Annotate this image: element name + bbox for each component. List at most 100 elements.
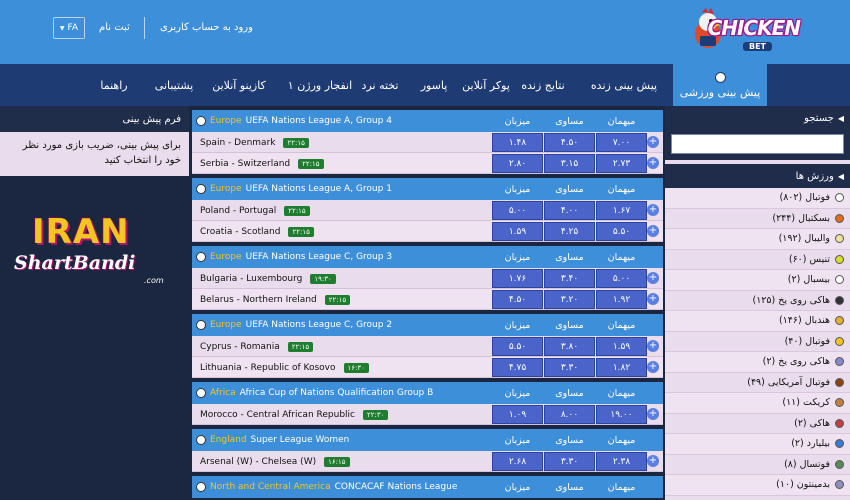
- odd-host-button[interactable]: ۵.۵۰: [492, 337, 543, 356]
- nav-help[interactable]: راهنما: [92, 64, 136, 106]
- odd-draw-button[interactable]: ۳.۳۰: [544, 452, 595, 471]
- more-odds-icon[interactable]: +: [647, 361, 659, 373]
- sport-label: هاکی روی یخ (۱۲۵): [752, 294, 830, 306]
- odd-guest-button[interactable]: ۵.۰۰: [596, 269, 647, 288]
- login-link[interactable]: ورود به حساب کاربری: [160, 22, 253, 33]
- odd-draw-button[interactable]: ۳.۱۵: [544, 154, 595, 173]
- more-odds-icon[interactable]: +: [647, 136, 659, 148]
- odd-guest-button[interactable]: ۵.۵۰: [596, 222, 647, 241]
- more-odds-icon[interactable]: +: [647, 204, 659, 216]
- odd-draw-button[interactable]: ۴.۵۰: [544, 133, 595, 152]
- league-title: England Super League Women: [196, 429, 349, 451]
- sport-item[interactable]: بیسبال (۲): [665, 270, 850, 291]
- match-row: Poland - Portugal ۲۲:۱۵ ۵.۰۰ ۴.۰۰ ۱.۶۷ +: [192, 200, 663, 221]
- sport-item[interactable]: هاکی (۲): [665, 414, 850, 434]
- odd-guest-button[interactable]: ۱.۶۷: [596, 201, 647, 220]
- sport-item[interactable]: فوتبال آمریکایی (۴۹): [665, 373, 850, 393]
- league-region: England: [210, 435, 247, 445]
- sport-item[interactable]: هندبال (۱۴۶): [665, 311, 850, 332]
- odd-draw-button[interactable]: ۳.۲۰: [544, 290, 595, 309]
- column-draw: مساوی: [555, 387, 584, 399]
- odd-host-button[interactable]: ۴.۷۵: [492, 358, 543, 377]
- column-host: میزبان: [504, 183, 531, 195]
- odd-host-button[interactable]: ۲.۸۰: [492, 154, 543, 173]
- more-odds-icon[interactable]: +: [647, 408, 659, 420]
- more-odds-icon[interactable]: +: [647, 225, 659, 237]
- league-block: England Super League Women میزبان مساوی میه…: [192, 429, 663, 472]
- chickenbet-logo[interactable]: CHICKEN BET: [690, 6, 801, 56]
- nav-backgammon[interactable]: تخته نرد: [355, 64, 405, 106]
- nav-live-betting[interactable]: پیش بینی زنده: [578, 64, 670, 106]
- column-draw: مساوی: [555, 481, 584, 493]
- odd-draw-button[interactable]: ۸.۰۰: [544, 405, 595, 424]
- sport-item[interactable]: فوتسال (۸): [665, 455, 850, 475]
- nav-online-poker[interactable]: پوکر آنلاین: [456, 64, 516, 106]
- odd-guest-button[interactable]: ۲.۷۳: [596, 154, 647, 173]
- sport-item[interactable]: کریکت (۱۱): [665, 393, 850, 414]
- sport-item[interactable]: تنیس (۶۰): [665, 250, 850, 270]
- sport-item[interactable]: هاکی روی یخ (۱۲۵): [665, 291, 850, 311]
- more-odds-icon[interactable]: +: [647, 272, 659, 284]
- sport-item[interactable]: فوتبال (۸۰۲): [665, 188, 850, 209]
- league-header: Europe UEFA Nations League A, Group 1 میز…: [192, 178, 663, 200]
- search-input[interactable]: [671, 134, 844, 154]
- odd-host-button[interactable]: ۲.۶۸: [492, 452, 543, 471]
- league-header: England Super League Women میزبان مساوی میه…: [192, 429, 663, 451]
- odd-host-button[interactable]: ۴.۵۰: [492, 290, 543, 309]
- odd-guest-button[interactable]: ۷.۰۰: [596, 133, 647, 152]
- league-region: Europe: [210, 116, 242, 126]
- more-odds-icon[interactable]: +: [647, 340, 659, 352]
- nav-online-casino[interactable]: کازینو آنلاین: [204, 64, 274, 106]
- match-time-badge: ۲۲:۱۵: [283, 137, 309, 148]
- nav-support[interactable]: پشتیبانی: [144, 64, 204, 106]
- odd-guest-button[interactable]: ۱.۵۹: [596, 337, 647, 356]
- odd-guest-button[interactable]: ۱.۹۲: [596, 290, 647, 309]
- match-row: Morocco - Central African Republic ۲۲:۳۰…: [192, 404, 663, 425]
- odd-guest-button[interactable]: ۱.۸۲: [596, 358, 647, 377]
- league-name: Africa Cup of Nations Qualification Grou…: [239, 388, 434, 398]
- odd-draw-button[interactable]: ۴.۰۰: [544, 201, 595, 220]
- soccer-ball-icon: [196, 388, 206, 398]
- match-row: Serbia - Switzerland ۲۲:۱۵ ۲.۸۰ ۳.۱۵ ۲.۷۳ +: [192, 153, 663, 174]
- more-odds-icon[interactable]: +: [647, 157, 659, 169]
- register-link[interactable]: ثبت نام: [99, 22, 130, 33]
- nav-sports-betting[interactable]: پیش بینی ورزشی: [673, 64, 767, 106]
- odd-host-button[interactable]: ۵.۰۰: [492, 201, 543, 220]
- odd-host-button[interactable]: ۱.۰۹: [492, 405, 543, 424]
- odd-guest-button[interactable]: ۱۹.۰۰: [596, 405, 647, 424]
- league-name: UEFA Nations League C, Group 3: [245, 252, 393, 262]
- nav-live-results[interactable]: نتایج زنده: [508, 64, 578, 106]
- main-nav: پیش بینی ورزشی پیش بینی زنده نتایج زنده …: [0, 64, 850, 106]
- odd-guest-button[interactable]: ۲.۳۸: [596, 452, 647, 471]
- odd-draw-button[interactable]: ۳.۴۰: [544, 269, 595, 288]
- more-odds-icon[interactable]: +: [647, 293, 659, 305]
- language-select[interactable]: ▼ FA: [53, 17, 85, 39]
- odd-host-button[interactable]: ۱.۵۹: [492, 222, 543, 241]
- odd-draw-button[interactable]: ۴.۲۵: [544, 222, 595, 241]
- odd-draw-button[interactable]: ۳.۸۰: [544, 337, 595, 356]
- odd-host-button[interactable]: ۱.۷۶: [492, 269, 543, 288]
- brand-suffix-text: .com: [144, 276, 164, 285]
- soccer-ball-icon: [196, 116, 206, 126]
- sport-item[interactable]: بیلیارد (۲): [665, 434, 850, 455]
- column-draw: مساوی: [555, 183, 584, 195]
- match-teams: Poland - Portugal ۲۲:۱۵: [200, 200, 310, 221]
- league-header: Europe UEFA Nations League A, Group 4 میز…: [192, 110, 663, 132]
- sport-item[interactable]: فوتبال (۴۰): [665, 332, 850, 352]
- column-host: میزبان: [504, 319, 531, 331]
- iranshartbandi-logo[interactable]: IRAN ShartBandi .com: [14, 212, 174, 292]
- more-odds-icon[interactable]: +: [647, 455, 659, 467]
- nav-crash-game[interactable]: انفجار ورژن ۱: [280, 64, 360, 106]
- sport-item[interactable]: هاکی روی یخ (۲): [665, 352, 850, 373]
- league-region: North and Central America: [210, 482, 331, 492]
- nav-pasur[interactable]: پاسور: [412, 64, 456, 106]
- american-football-icon: [835, 377, 844, 387]
- league-block: Europe UEFA Nations League C, Group 3 میز…: [192, 246, 663, 310]
- sport-item[interactable]: بدمینتون (۱۰): [665, 475, 850, 496]
- sport-item[interactable]: بسکتبال (۲۴۴): [665, 209, 850, 229]
- odd-host-button[interactable]: ۱.۴۸: [492, 133, 543, 152]
- league-block: Africa Africa Cup of Nations Qualificati…: [192, 382, 663, 425]
- odd-draw-button[interactable]: ۳.۳۰: [544, 358, 595, 377]
- soccer-ball-icon: [196, 252, 206, 262]
- sport-item[interactable]: والیبال (۱۹۲): [665, 229, 850, 250]
